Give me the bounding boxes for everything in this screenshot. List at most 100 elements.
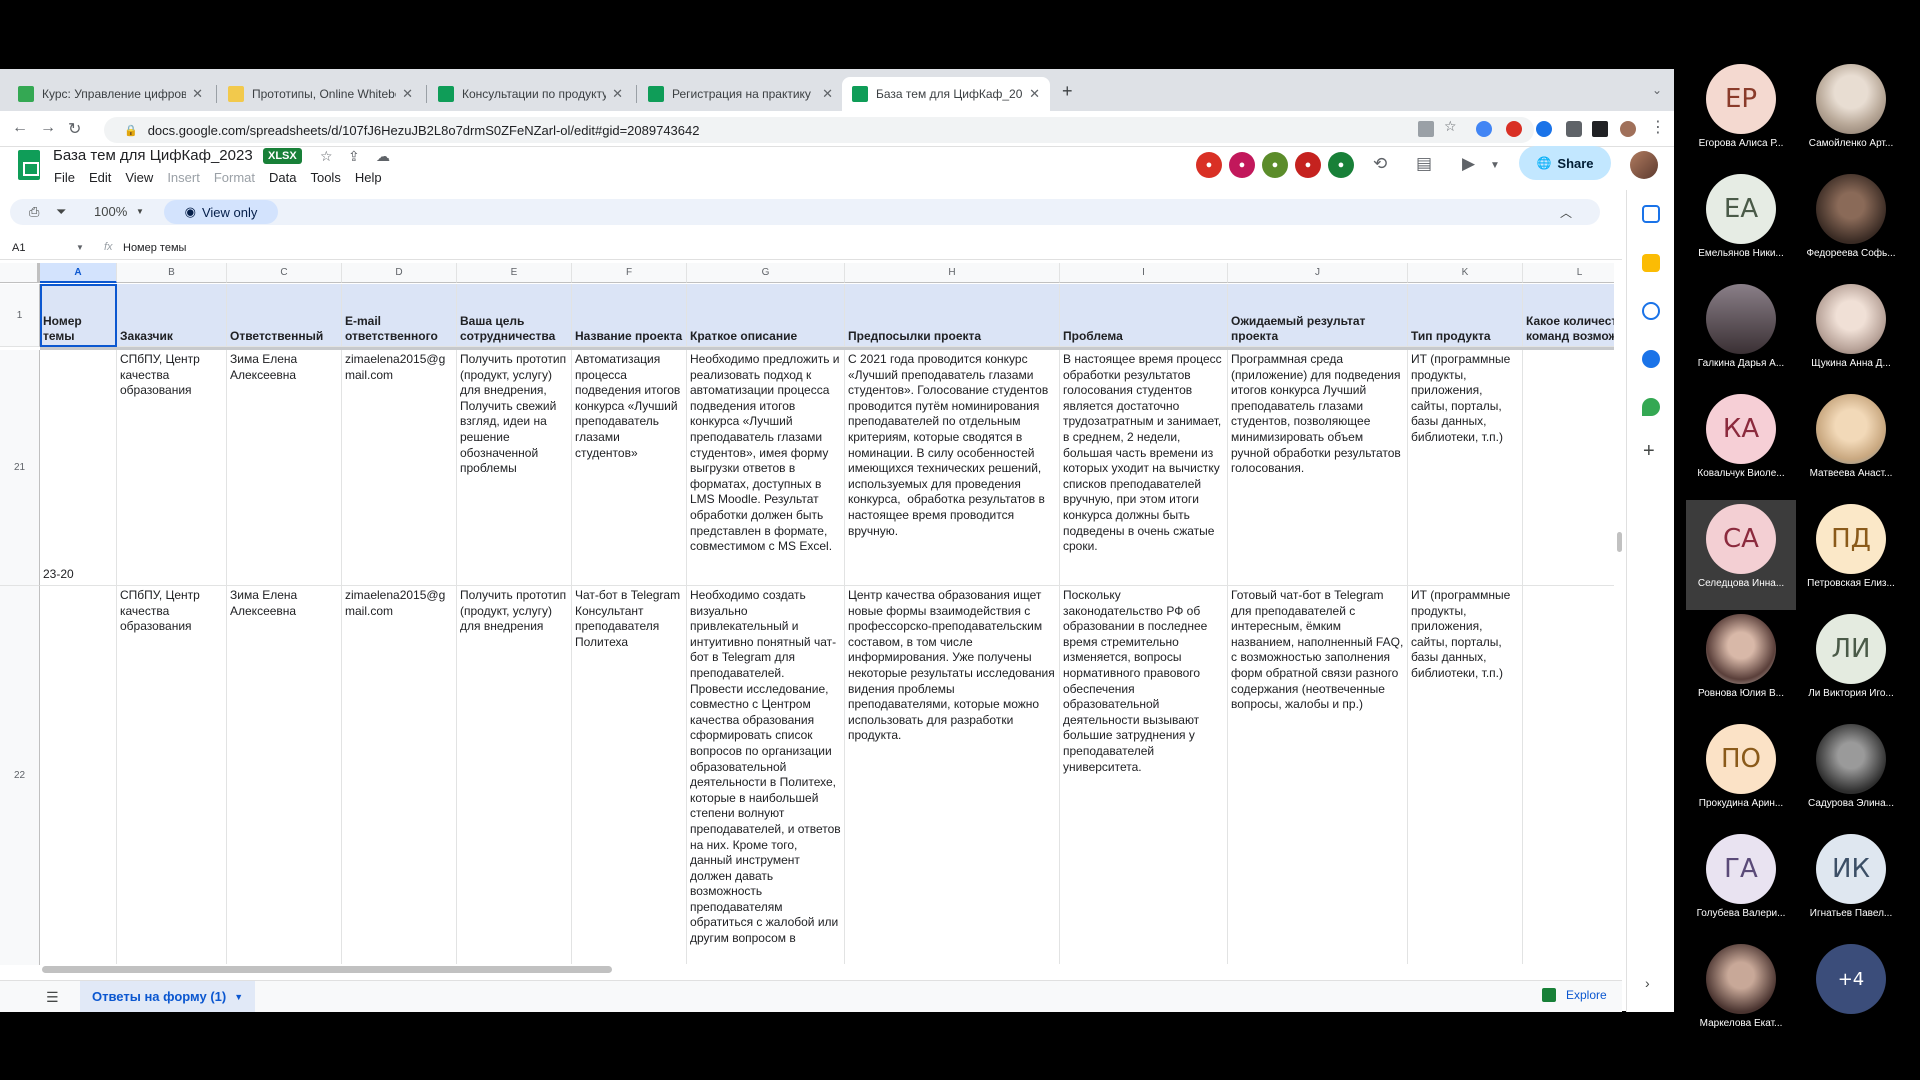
column-header[interactable]: D [342,263,457,283]
column-header[interactable]: G [687,263,845,283]
comments-icon[interactable]: ▤ [1416,154,1432,174]
column-header[interactable]: F [572,263,687,283]
menu-format[interactable]: Format [214,170,255,185]
participant-tile[interactable]: Садурова Элина... [1796,720,1906,830]
url-field[interactable]: 🔒 docs.google.com/spreadsheets/d/107fJ6H… [104,117,1534,143]
table-cell[interactable] [40,586,117,965]
collaborator-avatar[interactable]: ● [1328,152,1354,178]
menu-help[interactable]: Help [355,170,382,185]
profile-avatar[interactable] [1620,121,1636,137]
tab-search-chevron-icon[interactable]: ⌄ [1652,83,1662,97]
print-icon[interactable]: ⎙ [29,204,39,220]
participant-tile[interactable]: ЛИ Ли Виктория Иго... [1796,610,1906,720]
menu-view[interactable]: View [125,170,153,185]
menu-insert[interactable]: Insert [167,170,200,185]
table-cell[interactable]: ИТ (программные продукты, приложения, са… [1408,586,1523,965]
participant-tile[interactable]: Щукина Анна Д... [1796,280,1906,390]
table-cell[interactable]: Автоматизация процесса подведения итогов… [572,350,687,586]
table-cell[interactable]: Поскольку законодательство РФ об образов… [1060,586,1228,965]
menu-edit[interactable]: Edit [89,170,111,185]
close-tab-icon[interactable]: ✕ [402,86,413,102]
close-tab-icon[interactable]: ✕ [612,86,623,102]
table-cell[interactable]: Получить прототип (продукт, услугу) для … [457,350,572,586]
sheets-logo-icon[interactable] [18,150,40,180]
reload-icon[interactable]: ↻ [68,119,81,139]
maps-icon[interactable] [1642,398,1660,416]
forward-arrow-icon[interactable]: → [40,119,56,137]
share-button[interactable]: 🌐 Share [1519,146,1611,180]
table-cell[interactable]: В настоящее время процесс обработки резу… [1060,350,1228,586]
close-tab-icon[interactable]: ✕ [1029,86,1040,102]
browser-tab[interactable]: Прототипы, Online Whiteboard ✕ [218,77,423,111]
horizontal-scroll-thumb[interactable] [42,966,612,973]
collaborator-avatar[interactable]: ● [1262,152,1288,178]
calendar-icon[interactable] [1642,205,1660,223]
vertical-scroll-thumb[interactable] [1617,532,1622,552]
formula-value[interactable]: Номер темы [123,242,186,254]
meet-chevron-down-icon[interactable]: ▼ [1490,160,1500,171]
header-cell[interactable]: Название проекта [572,284,687,347]
meet-camera-icon[interactable]: ▶ [1462,154,1475,174]
browser-tab[interactable]: Консультации по продукту - ✕ [428,77,633,111]
add-addon-icon[interactable]: + [1643,440,1655,463]
header-cell[interactable]: Краткое описание [687,284,845,347]
column-header[interactable]: J [1228,263,1408,283]
new-tab-button[interactable]: + [1062,81,1073,102]
extension-icon[interactable] [1536,121,1552,137]
horizontal-scrollbar[interactable] [40,964,1614,974]
name-box-chevron-icon[interactable]: ▼ [76,243,84,252]
sheet-tab-active[interactable]: Ответы на форму (1) ▼ [80,981,256,1012]
column-header[interactable]: I [1060,263,1228,283]
collaborator-avatar[interactable]: ● [1196,152,1222,178]
account-avatar[interactable] [1630,151,1658,179]
table-cell[interactable]: zimaelena2015@gmail.com [342,350,457,586]
header-cell[interactable]: Заказчик [117,284,227,347]
header-cell[interactable]: Предпосылки проекта [845,284,1060,347]
column-header[interactable]: B [117,263,227,283]
table-cell[interactable]: Чат-бот в Telegram Консультант преподава… [572,586,687,965]
column-header[interactable]: E [457,263,572,283]
header-cell[interactable]: Номер темы [40,284,117,347]
zoom-chevron-down-icon[interactable]: ▼ [136,207,144,216]
header-cell[interactable]: Ваша цель сотрудничества [457,284,572,347]
table-cell[interactable]: Получить прототип (продукт, услугу) для … [457,586,572,965]
participant-tile[interactable]: Матвеева Анаст... [1796,390,1906,500]
table-cell[interactable]: СПбПУ, Центр качества образования [117,350,227,586]
browser-tab[interactable]: Курс: Управление цифровыми ✕ [8,77,213,111]
header-cell[interactable]: Проблема [1060,284,1228,347]
more-participants-tile[interactable]: +4 [1796,940,1906,1050]
collaborator-avatar[interactable]: ● [1229,152,1255,178]
table-cell[interactable]: Зима Елена Алексеевна [227,350,342,586]
participant-tile[interactable]: Ровнова Юлия В... [1686,610,1796,720]
spreadsheet-grid[interactable]: A B C D E F G H I J K L 1 21 22 Номер те… [0,263,1614,965]
column-header[interactable]: H [845,263,1060,283]
table-cell[interactable]: С 2021 года проводится конкурс «Лучший п… [845,350,1060,586]
table-cell[interactable]: zimaelena2015@gmail.com [342,586,457,965]
version-history-icon[interactable]: ⟲ [1373,154,1387,174]
browser-menu-icon[interactable]: ⋮ [1650,117,1666,137]
participant-tile[interactable]: ПО Прокудина Арин... [1686,720,1796,830]
table-cell[interactable] [1523,350,1614,586]
collapse-toolbar-icon[interactable]: ︿ [1560,204,1572,221]
table-cell[interactable]: Центр качества образования ищет новые фо… [845,586,1060,965]
extension-icon[interactable] [1476,121,1492,137]
sheet-tab-chevron-icon[interactable]: ▼ [234,992,243,1002]
back-arrow-icon[interactable]: ← [12,119,28,137]
filter-icon[interactable]: ⏷ [56,204,66,220]
participant-tile-highlighted[interactable]: СА Селедцова Инна... [1686,500,1796,610]
table-cell[interactable]: СПбПУ, Центр качества образования [117,586,227,965]
explore-button[interactable]: Explore [1542,988,1607,1002]
document-title[interactable]: База тем для ЦифКаф_2023 [53,147,253,164]
column-header[interactable]: L [1523,263,1614,283]
row-header[interactable]: 22 [0,586,40,965]
table-cell[interactable]: 23-20 [40,350,117,586]
table-cell[interactable]: Зима Елена Алексеевна [227,586,342,965]
extension-icon[interactable] [1506,121,1522,137]
extensions-puzzle-icon[interactable] [1566,121,1582,137]
menu-tools[interactable]: Tools [310,170,340,185]
menu-file[interactable]: File [54,170,75,185]
row-header[interactable]: 21 [0,350,40,586]
column-header[interactable]: C [227,263,342,283]
table-cell[interactable]: Необходимо предложить и реализовать подх… [687,350,845,586]
table-cell[interactable]: ИТ (программные продукты, приложения, са… [1408,350,1523,586]
